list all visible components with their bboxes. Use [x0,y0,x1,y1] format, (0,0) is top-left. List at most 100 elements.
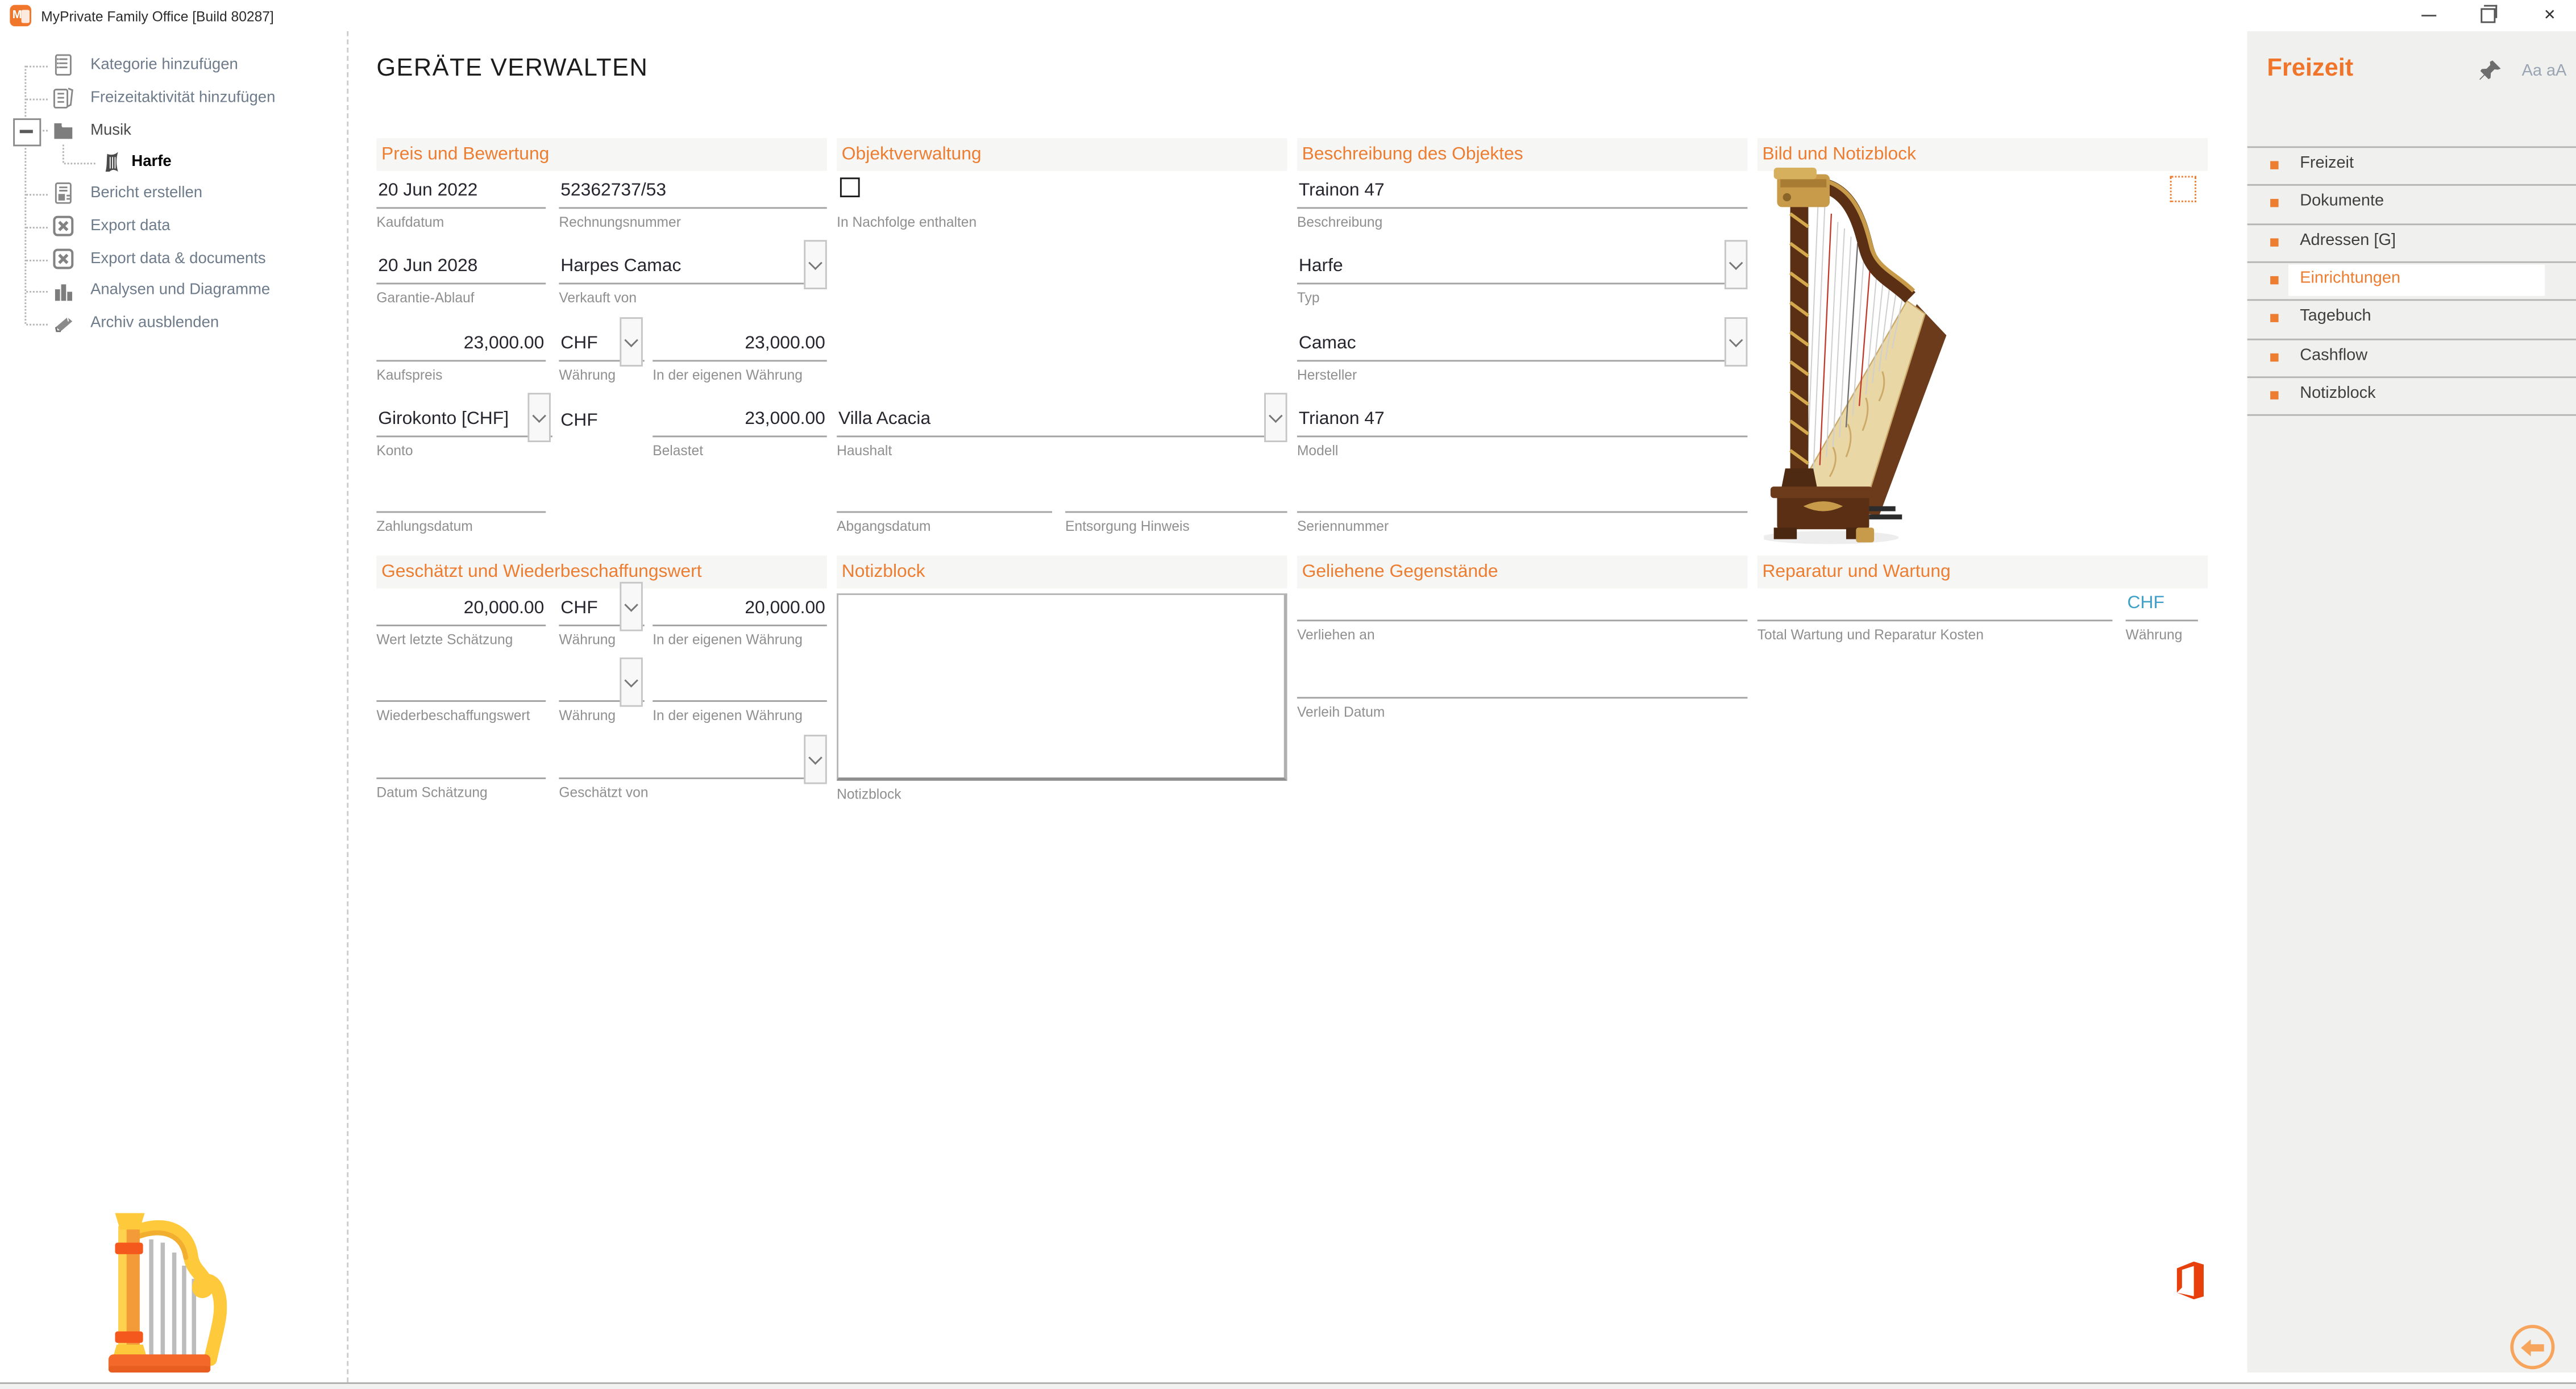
verliehen-an-label: Verliehen an [1297,626,1375,643]
verkauft-von-field[interactable]: Harpes Camac [559,245,827,285]
rechnungsnummer-field[interactable]: 52362737/53 [559,169,827,209]
belastet-field[interactable]: 23,000.00 [653,398,827,438]
sidebar-item-musik[interactable]: Musik [90,122,131,140]
typ-dropdown[interactable] [1724,240,1748,290]
tree-collapse-toggle[interactable] [13,118,41,147]
kaufspreis-field[interactable]: 23,000.00 [376,322,546,362]
typ-label: Typ [1297,289,1320,306]
eigene-waehrung-field[interactable]: 23,000.00 [653,322,827,362]
reparatur-waehrung-field[interactable]: CHF [2125,582,2198,622]
hersteller-field[interactable]: Camac [1297,322,1748,362]
bottom-strip [0,1384,2576,1389]
panel-divider [2247,299,2576,301]
tree-connector [62,144,64,163]
verkauft-von-dropdown[interactable] [804,240,827,290]
beschreibung-field[interactable]: Trainon 47 [1297,169,1748,209]
schaetzung-eigene-field[interactable]: 20,000.00 [653,587,827,626]
abgangsdatum-label: Abgangsdatum [837,518,931,534]
panel-item-cashflow[interactable]: Cashflow [2300,347,2367,365]
nachfolge-checkbox[interactable] [840,177,860,198]
panel-item-notizblock[interactable]: Notizblock [2300,385,2375,403]
abgangsdatum-field[interactable] [837,473,1053,513]
wieder-waehrung-dropdown[interactable] [620,657,643,707]
verleih-datum-label: Verleih Datum [1297,703,1385,720]
image-selection-handle[interactable] [2170,176,2196,202]
excel-export-icon [53,215,74,236]
sidebar-item-bericht[interactable]: Bericht erstellen [90,184,202,202]
kaufdatum-label: Kaufdatum [376,213,444,230]
reparatur-waehrung-label: Währung [2125,626,2183,643]
panel-item-freizeit[interactable]: Freizeit [2300,155,2354,173]
tree-connector [26,98,48,101]
kaufdatum-field[interactable]: 20 Jun 2022 [376,169,546,209]
geschaetzt-von-field[interactable] [559,739,827,779]
hersteller-dropdown[interactable] [1724,317,1748,367]
tree-connector [64,163,95,165]
wieder-eigene-field[interactable] [653,663,827,702]
entsorgung-field[interactable] [1065,473,1287,513]
rechnungsnummer-label: Rechnungsnummer [559,213,681,230]
geschaetzt-von-dropdown[interactable] [804,734,827,784]
verleih-datum-field[interactable] [1297,659,1748,699]
sidebar-item-freizeitaktivitaet[interactable]: Freizeitaktivität hinzufügen [90,89,275,107]
panel-divider [2247,376,2576,379]
waehrung-dropdown[interactable] [620,317,643,367]
font-size-toggle[interactable]: Aa aA [2522,63,2567,81]
panel-item-dokumente[interactable]: Dokumente [2300,192,2384,210]
chevron-down-icon [808,255,822,269]
app-window: M MyPrivate Family Office [Build 80287] … [0,0,2576,1389]
schaetzung-waehrung-dropdown[interactable] [620,581,643,631]
seriennummer-field[interactable] [1297,473,1748,513]
chevron-down-icon [624,597,638,612]
panel-divider [2247,184,2576,186]
section-header-beschreibung: Beschreibung des Objektes [1297,138,1748,171]
section-header-preis: Preis und Bewertung [376,138,827,171]
datum-schaetzung-field[interactable] [376,739,546,779]
tree-connector [26,259,48,261]
wiederbeschaffungswert-label: Wiederbeschaffungswert [376,706,530,723]
konto-dropdown[interactable] [527,393,551,443]
panel-title: Freizeit [2267,54,2354,82]
restore-button[interactable] [2463,0,2512,30]
wiederbeschaffungswert-field[interactable] [376,663,546,702]
waehrung-label: Währung [559,366,616,383]
verliehen-an-field[interactable] [1297,582,1748,622]
zahlungsdatum-field[interactable] [376,473,546,513]
back-arrow-icon [2521,1338,2544,1356]
notizblock-textarea[interactable] [837,593,1287,781]
sidebar-item-export-data[interactable]: Export data [90,217,171,235]
pushpin-icon[interactable] [2479,59,2502,82]
panel-divider [2247,338,2576,340]
panel-item-einrichtungen[interactable]: Einrichtungen [2300,269,2400,288]
harp-photo [1764,168,1947,544]
haushalt-field[interactable]: Villa Acacia [837,398,1287,438]
panel-divider [2247,146,2576,148]
datum-schaetzung-label: Datum Schätzung [376,784,488,801]
panel-item-tagebuch[interactable]: Tagebuch [2300,307,2371,326]
modell-field[interactable]: Trianon 47 [1297,398,1748,438]
report-icon [55,182,72,204]
harp-illustration [108,1213,227,1373]
archive-icon [55,316,73,331]
minimize-button[interactable] [2403,0,2453,30]
panel-item-adressen[interactable]: Adressen [G] [2300,232,2396,250]
close-button[interactable]: ✕ [2525,0,2574,30]
wieder-waehrung-label: Währung [559,706,616,723]
wert-letzte-schaetzung-field[interactable]: 20,000.00 [376,587,546,626]
panel-divider [2247,261,2576,263]
schaetzung-waehrung-label: Währung [559,631,616,648]
konto-label: Konto [376,442,413,459]
konto-field[interactable]: Girokonto [CHF] [376,398,552,438]
sidebar-item-export-docs[interactable]: Export data & documents [90,250,266,268]
sidebar-item-kategorie[interactable]: Kategorie hinzufügen [90,56,238,74]
section-header-notizblock: Notizblock [837,555,1287,589]
garantie-ablauf-field[interactable]: 20 Jun 2028 [376,245,546,285]
sidebar-item-harfe[interactable]: Harfe [131,152,171,170]
typ-field[interactable]: Harfe [1297,245,1748,285]
excel-export-icon [53,248,74,269]
back-button[interactable] [2510,1325,2555,1370]
sidebar-item-analysen[interactable]: Analysen und Diagramme [90,281,270,300]
total-wartung-field[interactable] [1757,582,2113,622]
haushalt-dropdown[interactable] [1264,393,1287,443]
sidebar-item-archiv[interactable]: Archiv ausblenden [90,314,219,332]
